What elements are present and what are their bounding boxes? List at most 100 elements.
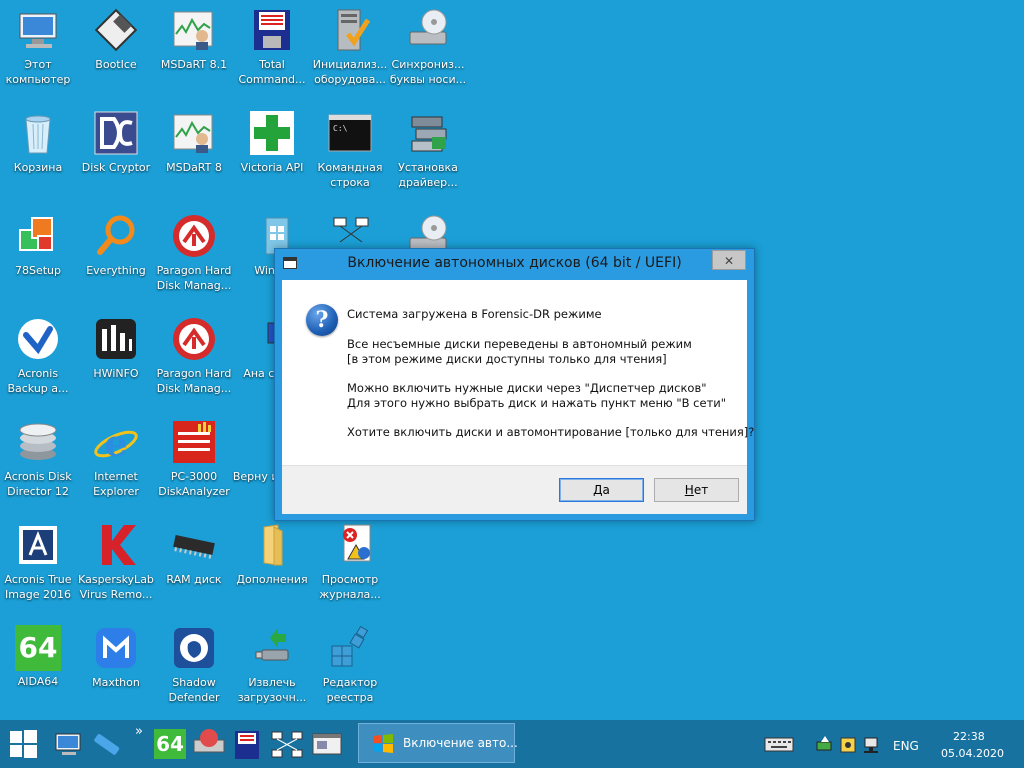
label: Paragon Hard Disk Manag... [156,367,232,395]
yes-button[interactable]: Да [559,478,644,502]
label: Total Command... [238,58,306,86]
no-button[interactable]: Нет [654,478,739,502]
desktop-icon-ram-disk[interactable]: RAM диск [156,515,232,613]
message-line-5: Для этого нужно выбрать диск и нажать пу… [347,396,727,410]
label: KasperskyLab Virus Remo... [78,573,154,601]
desktop-icon-victoria-api[interactable]: Victoria API [234,103,310,201]
label: RAM диск [166,573,222,586]
desktop-icon-event-viewer[interactable]: Просмотр журнала... [312,515,388,613]
usb-eject-icon [248,624,296,672]
desktop-icon-paragon-2[interactable]: Paragon Hard Disk Manag... [156,309,232,407]
message-line-4: Можно включить нужные диски через "Диспе… [347,381,707,395]
desktop-icon-addons[interactable]: Дополнения [234,515,310,613]
start-button[interactable] [10,730,38,758]
msdart-icon [170,109,218,157]
label: Victoria API [240,161,304,174]
desktop-icon-acronis-disk-director[interactable]: Acronis Disk Director 12 [0,412,76,510]
desktop-icon-drive-letters-sync[interactable]: Синхрониз... буквы носи... [390,0,466,98]
label: PC-3000 DiskAnalyzer [158,470,230,498]
event-viewer-icon [326,521,374,569]
label: Acronis True Image 2016 [4,573,72,601]
desktop-icon-kaspersky[interactable]: KasperskyLab Virus Remo... [78,515,154,613]
desktop-icon-bootice[interactable]: BootIce [78,0,154,98]
magnifier-icon [92,212,140,260]
message-line-6: Хотите включить диски и автомонтирование… [347,425,755,439]
desktop-icon-msdart81[interactable]: MSDaRT 8.1 [156,0,232,98]
total-commander-taskbar-icon[interactable] [232,726,262,762]
label: MSDaRT 8.1 [160,58,228,71]
desktop-icon-device-init[interactable]: Инициализ... оборудова... [312,0,388,98]
windows-logo-icon [10,731,22,743]
close-button[interactable]: ✕ [712,250,746,270]
ram-chip-icon [170,521,218,569]
acronis-backup-icon [14,315,62,363]
registry-editor-icon [326,624,374,672]
language-indicator[interactable]: ENG [893,739,919,753]
window-manager-taskbar-icon[interactable] [310,726,344,762]
active-task-dialog[interactable]: Включение авто... [358,723,518,763]
taskbar: » 64 Включение авто... ENG 22:38 05.04.2… [0,720,1024,768]
tray-notification-icon[interactable] [838,726,858,762]
label: HWiNFO [93,367,139,380]
network-status-icon[interactable] [862,726,882,762]
aida64-taskbar-icon[interactable]: 64 [154,729,186,759]
desktop-icon-recycle-bin[interactable]: Корзина [0,103,76,201]
floppy-disk-icon [92,6,140,54]
setup-icon [14,212,62,260]
label: BootIce [95,58,137,71]
keyboard-icon[interactable] [764,726,794,762]
svg-text:C:\: C:\ [333,124,348,133]
desktop-icon-driver-install[interactable]: Установка драйвер... [390,103,466,201]
disk-tool-taskbar-icon[interactable] [192,726,226,762]
desktop-icon-eject-boot[interactable]: Извлечь загрузочн... [234,618,310,716]
desktop-icon-paragon-1[interactable]: Paragon Hard Disk Manag... [156,206,232,304]
desktop-icon-pc3000[interactable]: PC-3000 DiskAnalyzer [156,412,232,510]
terminal-icon: C:\ [326,109,374,157]
desktop-icon-internet-explorer[interactable]: e Internet Explorer [78,412,154,510]
folder-icon [248,521,296,569]
label: Инициализ... оборудова... [312,58,388,86]
label: Shadow Defender [168,676,220,704]
desktop-icon-disk-cryptor[interactable]: Disk Cryptor [78,103,154,201]
no-label-rest: ет [693,483,709,497]
desktop-icon-aida64[interactable]: 64 AIDA64 [0,618,76,716]
clock-time[interactable]: 22:38 [953,730,985,743]
desktop-icon-total-commander[interactable]: Total Command... [234,0,310,98]
pc3000-icon [170,418,218,466]
label: Acronis Backup a... [7,367,69,395]
internet-explorer-icon: e [92,418,140,466]
aida64-glyph: 64 [18,631,58,664]
network-taskbar-icon[interactable] [270,726,304,762]
desktop-icon-msdart8[interactable]: MSDaRT 8 [156,103,232,201]
desktop-icon-acronis-backup[interactable]: Acronis Backup a... [0,309,76,407]
cd-drive-icon [404,6,452,54]
label: Синхрониз... буквы носи... [389,58,467,86]
question-icon: ? [306,304,338,336]
label: MSDaRT 8 [166,161,222,174]
usb-stick-taskbar-icon[interactable] [90,726,124,762]
label: Дополнения [236,573,308,586]
safely-remove-hardware-icon[interactable] [815,726,835,762]
this-pc-taskbar-icon[interactable] [52,726,84,762]
desktop-icon-this-pc[interactable]: Этот компьютер [0,0,76,98]
label: Internet Explorer [93,470,139,498]
desktop-icon-hwinfo[interactable]: HWiNFO [78,309,154,407]
desktop-icon-maxthon[interactable]: Maxthon [78,618,154,716]
desktop-icon-acronis-true-image[interactable]: Acronis True Image 2016 [0,515,76,613]
desktop-icon-78setup[interactable]: 78Setup [0,206,76,304]
desktop-icon-everything[interactable]: Everything [78,206,154,304]
dialog-button-bar: Да Нет [282,465,747,514]
aida64-taskbar-glyph: 64 [156,732,184,756]
desktop-icon-shadow-defender[interactable]: Shadow Defender [156,618,232,716]
clock-date[interactable]: 05.04.2020 [941,747,1004,760]
driver-install-icon [404,109,452,157]
desktop-icon-cmd[interactable]: C:\ Командная строка [312,103,388,201]
msdart-icon [170,6,218,54]
label: Извлечь загрузочн... [237,676,307,704]
label: Everything [86,264,146,277]
desktop-icon-regedit[interactable]: Редактор реестра [312,618,388,716]
shadow-defender-icon [170,624,218,672]
yes-label-rest: а [602,483,610,497]
dialog-titlebar[interactable]: Включение автономных дисков (64 bit / UE… [275,249,754,279]
quick-launch-overflow-icon[interactable]: » [135,724,143,739]
